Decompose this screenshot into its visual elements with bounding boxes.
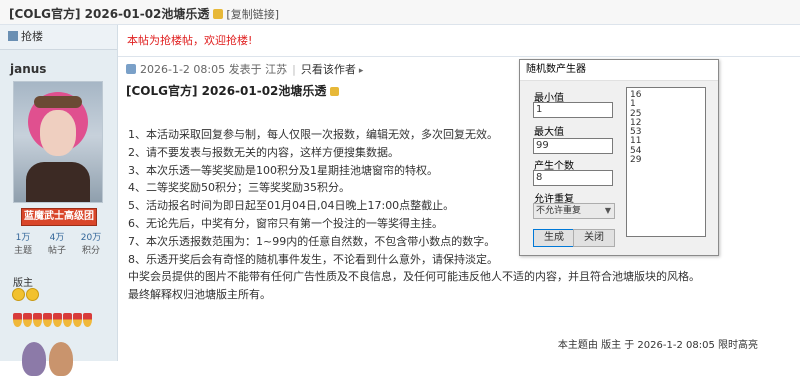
thread-header-bar: [COLG官方] 2026-01-02池塘乐透 [复制链接] xyxy=(0,0,800,25)
chevron-right-icon: ▸ xyxy=(358,66,364,76)
thread-title-bar: [COLG官方] 2026-01-02池塘乐透 [复制链接] xyxy=(9,5,279,22)
max-input[interactable]: 99 xyxy=(533,138,613,154)
result-item: 53 xyxy=(630,127,642,138)
stat-label: 帖子 xyxy=(47,246,66,256)
result-item: 12 xyxy=(630,117,642,128)
medal-icon[interactable] xyxy=(13,313,22,327)
username[interactable]: janus xyxy=(10,62,46,76)
result-item: 11 xyxy=(630,136,642,147)
medal-icon[interactable] xyxy=(33,313,42,327)
stat-posts[interactable]: 4万帖子 xyxy=(40,232,74,258)
chibi-character-icon xyxy=(22,342,46,376)
copy-link[interactable]: [复制链接] xyxy=(226,8,279,21)
only-author-link[interactable]: 只看该作者 xyxy=(301,63,356,76)
medal-icon[interactable] xyxy=(63,313,72,327)
smiley-icon xyxy=(26,288,39,301)
post-meta: 2026-1-2 08:05 发表于 江苏 | 只看该作者 ▸ xyxy=(126,61,363,77)
highlight-notice: 本主题由 版主 于 2026-1-2 08:05 限时高亮 xyxy=(557,340,758,351)
content-line: 最终解释权归池塘版主所有。 xyxy=(128,288,271,302)
stat-label: 积分 xyxy=(81,246,100,256)
smiley-row xyxy=(12,288,40,304)
post-date: 2026-1-2 08:05 发表于 江苏 xyxy=(140,63,288,76)
generate-button[interactable]: 生成 xyxy=(533,229,575,247)
avatar-body xyxy=(26,162,90,202)
grab-floor-label: 抢楼 xyxy=(21,30,43,43)
rank-badge: 蓝魔武士高级团 xyxy=(21,208,97,226)
thread-title: [COLG官方] 2026-01-02池塘乐透 xyxy=(9,7,210,21)
moderator-label: 版主 xyxy=(13,278,33,289)
post-title: [COLG官方] 2026-01-02池塘乐透 xyxy=(126,82,340,99)
medal-icon[interactable] xyxy=(83,313,92,327)
medal-icon[interactable] xyxy=(73,313,82,327)
grab-floor-header[interactable]: 抢楼 xyxy=(0,25,117,50)
content-line: 中奖会员提供的图片不能带有任何广告性质及不良信息，及任何可能违反他人不适的内容，… xyxy=(128,270,700,284)
medal-icon[interactable] xyxy=(23,313,32,327)
grab-floor-icon xyxy=(8,31,18,41)
random-number-dialog: 随机数产生器 最小值 1 最大值 99 产生个数 8 允许重复 不允许重复 ▼ 1… xyxy=(519,59,719,256)
grab-floor-notice: 本帖为抢楼帖，欢迎抢楼! xyxy=(127,34,253,47)
allow-repeat-select[interactable]: 不允许重复 ▼ xyxy=(533,203,615,219)
stat-topics[interactable]: 1万主题 xyxy=(6,232,40,258)
avatar-face xyxy=(40,110,76,156)
medal-icon[interactable] xyxy=(43,313,52,327)
user-stats: 1万主题 4万帖子 20万积分 xyxy=(6,232,110,258)
avatar-goggles xyxy=(34,96,82,108)
chibi-character-icon xyxy=(49,342,73,376)
smiley-icon xyxy=(12,288,25,301)
chevron-down-icon: ▼ xyxy=(604,206,611,215)
min-input[interactable]: 1 xyxy=(533,102,613,118)
post-author-icon xyxy=(126,64,136,74)
medal-icon[interactable] xyxy=(53,313,62,327)
close-button[interactable]: 关闭 xyxy=(573,229,615,247)
stat-label: 主题 xyxy=(13,246,32,256)
result-item: 16 xyxy=(630,90,642,100)
divider xyxy=(118,56,800,57)
dialog-title: 随机数产生器 xyxy=(520,60,718,81)
result-item: 54 xyxy=(630,145,642,156)
lock-icon xyxy=(213,9,224,19)
separator: | xyxy=(292,63,296,76)
stat-points[interactable]: 20万积分 xyxy=(74,232,108,258)
result-item: 1 xyxy=(630,99,636,110)
author-sidebar: 抢楼 janus 蓝魔武士高级团 1万主题 4万帖子 20万积分 版主 xyxy=(0,25,118,376)
results-list[interactable]: 16 1 25 12 53 11 54 29 xyxy=(626,87,706,237)
stat-value: 4万 xyxy=(49,233,65,243)
stat-value: 20万 xyxy=(80,233,102,243)
avatar[interactable] xyxy=(13,81,103,203)
result-item: 29 xyxy=(630,155,642,166)
allow-repeat-value: 不允许重复 xyxy=(536,206,582,216)
lock-icon xyxy=(330,87,340,96)
stat-value: 1万 xyxy=(15,233,31,243)
medal-row xyxy=(13,313,93,330)
result-item: 25 xyxy=(630,108,642,119)
post-title-text: [COLG官方] 2026-01-02池塘乐透 xyxy=(126,84,327,98)
count-input[interactable]: 8 xyxy=(533,170,613,186)
max-label: 最大值 xyxy=(534,127,564,138)
